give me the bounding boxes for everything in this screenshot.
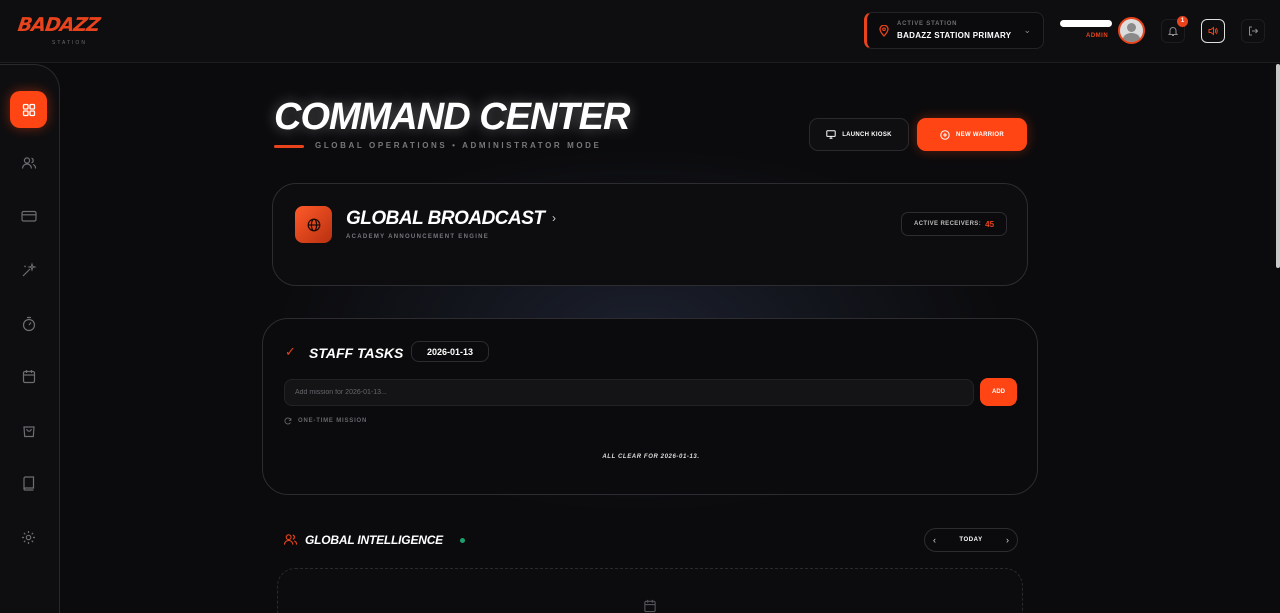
book-icon	[23, 476, 35, 491]
add-mission-button[interactable]: ADD	[980, 378, 1017, 406]
broadcast-subtitle: ACADEMY ANNOUNCEMENT ENGINE	[346, 234, 490, 240]
one-time-mission-label: ONE-TIME MISSION	[298, 418, 368, 424]
avatar-body	[1123, 33, 1140, 42]
chevron-right-icon: ›	[552, 211, 556, 225]
refresh-icon	[284, 417, 292, 425]
dashboard-icon	[22, 103, 35, 116]
users-icon	[283, 534, 298, 545]
sparkles-icon	[22, 261, 37, 276]
chevron-down-icon: ⌄	[1023, 25, 1031, 35]
page-title-part1: COMMAND	[274, 96, 471, 138]
station-label: ACTIVE STATION	[897, 21, 958, 27]
top-bar: BADAZZ STATION ACTIVE STATION BADAZZ STA…	[0, 0, 1280, 63]
mission-input[interactable]	[284, 379, 974, 406]
avatar[interactable]	[1118, 17, 1145, 44]
users-icon	[21, 156, 36, 169]
today-button[interactable]: TODAY	[959, 537, 982, 543]
sidebar-item-settings[interactable]	[10, 519, 47, 556]
sidebar-item-users[interactable]	[10, 144, 47, 181]
chevron-right-icon[interactable]: ›	[1006, 535, 1009, 545]
station-value: BADAZZ STATION PRIMARY	[897, 31, 1012, 40]
task-date-pill[interactable]: 2026-01-13	[411, 341, 489, 362]
date-navigator: ‹ TODAY ›	[924, 528, 1018, 552]
page-title-part2: CENTER	[479, 96, 630, 138]
station-selector[interactable]: ACTIVE STATION BADAZZ STATION PRIMARY ⌄	[864, 12, 1044, 49]
sidebar	[0, 64, 60, 613]
shopping-bag-icon	[22, 426, 35, 438]
chevron-left-icon[interactable]: ‹	[933, 535, 936, 545]
speaker-icon	[1208, 26, 1218, 36]
calendar-icon	[22, 370, 35, 384]
avatar-head	[1127, 23, 1136, 32]
globe-icon-box	[295, 206, 332, 243]
page-subtitle: GLOBAL OPERATIONS • ADMINISTRATOR MODE	[315, 141, 602, 150]
settings-icon	[22, 531, 35, 544]
sidebar-item-magic[interactable]	[10, 251, 47, 288]
bell-icon	[1167, 27, 1179, 36]
staff-tasks-title: STAFF TASKS	[309, 345, 404, 361]
sidebar-item-shop[interactable]	[10, 412, 47, 449]
page-title: COMMAND CENTER	[274, 96, 630, 139]
logout-button[interactable]	[1241, 19, 1265, 43]
brand-wordmark: BADAZZ	[16, 14, 101, 36]
new-warrior-label: NEW WARRIOR	[956, 131, 1004, 138]
sidebar-item-library[interactable]	[10, 465, 47, 502]
sidebar-item-dashboard[interactable]	[10, 91, 47, 128]
new-warrior-button[interactable]: NEW WARRIOR	[917, 118, 1027, 151]
calendar-icon	[644, 599, 656, 613]
one-time-mission-toggle[interactable]: ONE-TIME MISSION	[284, 417, 367, 425]
active-receivers-badge: ACTIVE RECEIVERS: 45	[901, 212, 1007, 236]
background-glow	[0, 0, 1280, 613]
check-icon: ✓	[285, 344, 296, 359]
tasks-empty-message: ALL CLEAR FOR 2026-01-13.	[602, 454, 700, 460]
page-scrollbar[interactable]	[1276, 64, 1280, 268]
monitor-icon	[826, 130, 836, 139]
sidebar-item-billing[interactable]	[10, 197, 47, 234]
global-intelligence-title: GLOBAL INTELLIGENCE	[305, 533, 443, 547]
live-status-dot	[460, 538, 465, 543]
map-pin-icon	[879, 25, 889, 37]
notification-badge: 1	[1177, 16, 1188, 27]
receivers-label: ACTIVE RECEIVERS:	[913, 221, 982, 227]
user-role: ADMIN	[1086, 33, 1109, 39]
title-accent-bar	[274, 145, 304, 148]
credit-card-icon	[20, 210, 37, 222]
sidebar-item-timer[interactable]	[10, 305, 47, 342]
logout-icon	[1249, 26, 1259, 36]
brand-logo[interactable]: BADAZZ STATION	[16, 14, 118, 48]
user-name-redacted	[1060, 20, 1112, 27]
receivers-count: 45	[985, 219, 995, 229]
sound-toggle-button[interactable]	[1201, 19, 1225, 43]
global-broadcast-card[interactable]: GLOBAL BROADCAST › ACADEMY ANNOUNCEMENT …	[272, 183, 1028, 286]
sidebar-item-calendar[interactable]	[10, 358, 47, 395]
intelligence-empty-panel	[277, 568, 1023, 613]
staff-tasks-card: ✓ STAFF TASKS 2026-01-13 ADD ONE-TIME MI…	[262, 318, 1038, 495]
plus-circle-icon	[940, 129, 950, 140]
launch-kiosk-button[interactable]: LAUNCH KIOSK	[809, 118, 909, 151]
brand-subtitle: STATION	[52, 40, 87, 46]
broadcast-title: GLOBAL BROADCAST	[346, 208, 545, 229]
launch-kiosk-label: LAUNCH KIOSK	[842, 131, 892, 138]
globe-icon	[307, 218, 320, 231]
timer-icon	[22, 316, 35, 331]
